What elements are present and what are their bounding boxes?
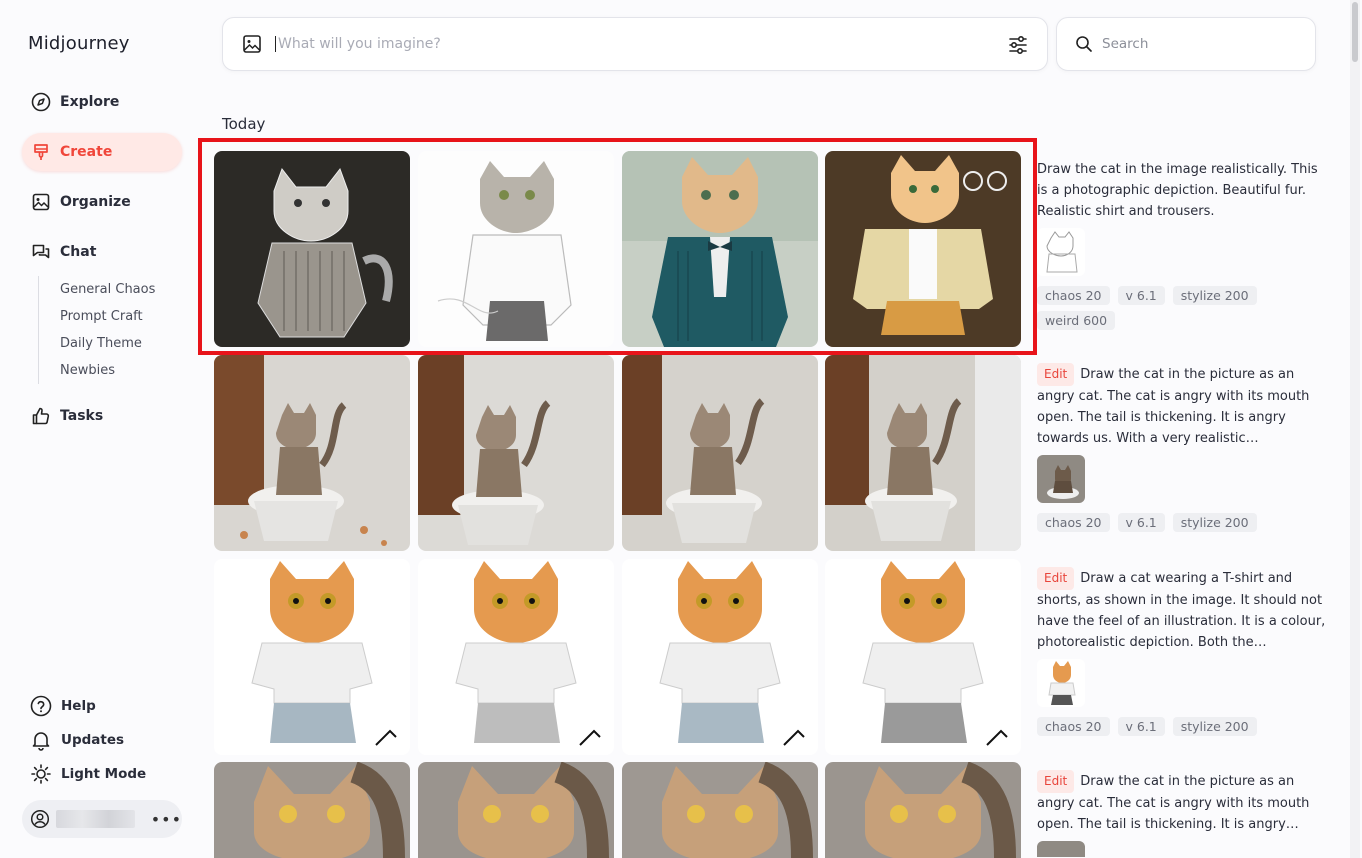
image-tile[interactable]	[825, 355, 1021, 551]
chip-stylize[interactable]: stylize 200	[1172, 286, 1257, 305]
parameter-chips: chaos 20 v 6.1 stylize 200	[1037, 717, 1327, 736]
cat-on-toilet-image	[622, 355, 818, 551]
chip-version[interactable]: v 6.1	[1117, 513, 1165, 532]
chip-stylize[interactable]: stylize 200	[1172, 513, 1257, 532]
prompt-text[interactable]: Draw a cat wearing a T-shirt and shorts,…	[1037, 571, 1325, 650]
chip-version[interactable]: v 6.1	[1117, 717, 1165, 736]
prompt-text[interactable]: Draw the cat in the picture as an angry …	[1037, 367, 1309, 446]
chip-chaos[interactable]: chaos 20	[1037, 717, 1110, 736]
cat-tshirt-image	[825, 559, 1021, 755]
job-meta: Edit Draw the cat in the picture as an an…	[1037, 363, 1327, 532]
reference-image-thumbnail[interactable]	[1037, 228, 1085, 276]
angry-cat-image	[825, 762, 1021, 858]
compass-icon	[30, 91, 52, 113]
channel-newbies[interactable]: Newbies	[60, 357, 155, 384]
edit-button[interactable]: Edit	[1037, 363, 1075, 386]
image-tile[interactable]	[825, 762, 1021, 858]
job-meta: Draw the cat in the image realistically.…	[1037, 159, 1327, 330]
search-input[interactable]	[1102, 36, 1302, 52]
chip-version[interactable]: v 6.1	[1117, 286, 1165, 305]
channel-general-chaos[interactable]: General Chaos	[60, 276, 155, 303]
edit-button[interactable]: Edit	[1037, 770, 1075, 793]
sidebar: Midjourney Explore Create Organize Chat …	[0, 0, 200, 858]
reference-image-thumbnail[interactable]	[1037, 659, 1085, 707]
nav-tasks[interactable]: Tasks	[22, 397, 182, 435]
section-title-today: Today	[222, 115, 266, 133]
help-button[interactable]: Help	[30, 695, 96, 717]
paintbrush-icon	[30, 141, 52, 163]
image-tile[interactable]	[825, 559, 1021, 755]
prompt-text[interactable]: Draw the cat in the picture as an angry …	[1037, 774, 1309, 832]
page-scrollbar[interactable]	[1350, 0, 1360, 858]
job-meta: Edit Draw a cat wearing a T-shirt and sho…	[1037, 567, 1327, 736]
chip-stylize[interactable]: stylize 200	[1172, 717, 1257, 736]
image-tile[interactable]	[214, 355, 410, 551]
search-icon	[1074, 34, 1094, 54]
cat-tshirt-image	[622, 559, 818, 755]
account-menu[interactable]: •••	[22, 800, 182, 838]
image-tile[interactable]	[214, 559, 410, 755]
more-options-icon[interactable]: •••	[151, 810, 182, 829]
user-icon	[30, 809, 50, 829]
thumbs-up-icon	[30, 405, 52, 427]
nav-chat[interactable]: Chat	[22, 233, 182, 271]
settings-sliders-icon[interactable]	[1007, 34, 1029, 56]
cat-on-toilet-image	[825, 355, 1021, 551]
light-mode-label: Light Mode	[61, 766, 147, 782]
reference-image-thumbnail[interactable]	[1037, 455, 1085, 503]
updates-button[interactable]: Updates	[30, 729, 124, 751]
image-tile[interactable]	[418, 559, 614, 755]
sun-icon	[30, 763, 52, 785]
chip-weird[interactable]: weird 600	[1037, 311, 1116, 330]
angry-cat-image	[214, 762, 410, 858]
nav-explore-label: Explore	[60, 94, 120, 110]
angry-cat-image	[622, 762, 818, 858]
nav-organize[interactable]: Organize	[22, 183, 182, 221]
help-label: Help	[61, 698, 96, 714]
prompt-text[interactable]: Draw the cat in the image realistically.…	[1037, 159, 1327, 222]
bell-icon	[30, 729, 52, 751]
cat-tshirt-image	[418, 559, 614, 755]
help-circle-icon	[30, 695, 52, 717]
image-icon	[30, 191, 52, 213]
image-tile[interactable]	[622, 559, 818, 755]
prompt-bar	[222, 17, 1048, 71]
job-meta: Edit Draw the cat in the picture as an an…	[1037, 770, 1327, 857]
angry-cat-image	[418, 762, 614, 858]
chat-channel-list: General Chaos Prompt Craft Daily Theme N…	[38, 276, 155, 384]
scrollbar-thumb[interactable]	[1352, 2, 1358, 62]
channel-prompt-craft[interactable]: Prompt Craft	[60, 303, 155, 330]
add-image-icon[interactable]	[241, 33, 263, 55]
search-bar	[1056, 17, 1316, 71]
prompt-input[interactable]	[275, 36, 975, 52]
brand-logo[interactable]: Midjourney	[28, 33, 130, 54]
nav-create-label: Create	[60, 144, 113, 160]
chip-chaos[interactable]: chaos 20	[1037, 286, 1110, 305]
nav-explore[interactable]: Explore	[22, 83, 182, 121]
image-tile[interactable]	[622, 355, 818, 551]
parameter-chips: chaos 20 v 6.1 stylize 200	[1037, 513, 1327, 532]
updates-label: Updates	[61, 732, 125, 748]
image-tile[interactable]	[418, 762, 614, 858]
channel-daily-theme[interactable]: Daily Theme	[60, 330, 155, 357]
cat-on-toilet-image	[214, 355, 410, 551]
reference-image-thumbnail[interactable]	[1037, 841, 1085, 857]
nav-create[interactable]: Create	[22, 133, 182, 171]
cat-tshirt-image	[214, 559, 410, 755]
selection-highlight	[198, 138, 1037, 355]
chat-bubbles-icon	[30, 241, 52, 263]
light-mode-toggle[interactable]: Light Mode	[30, 763, 146, 785]
chip-chaos[interactable]: chaos 20	[1037, 513, 1110, 532]
nav-organize-label: Organize	[60, 194, 131, 210]
parameter-chips: chaos 20 v 6.1 stylize 200 weird 600	[1037, 286, 1277, 330]
cat-on-toilet-image	[418, 355, 614, 551]
image-tile[interactable]	[418, 355, 614, 551]
image-tile[interactable]	[214, 762, 410, 858]
edit-button[interactable]: Edit	[1037, 567, 1075, 590]
username-redacted	[56, 810, 135, 828]
nav-tasks-label: Tasks	[60, 408, 104, 424]
nav-chat-label: Chat	[60, 244, 97, 260]
image-tile[interactable]	[622, 762, 818, 858]
